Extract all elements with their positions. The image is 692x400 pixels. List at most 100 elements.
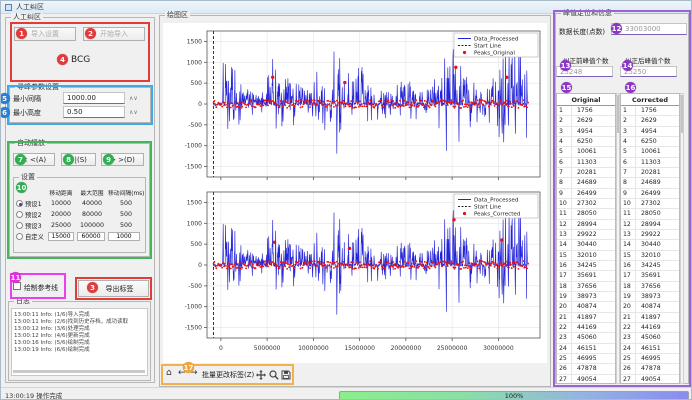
spin-down-icon[interactable]: ∨ <box>133 109 137 116</box>
badge-13: 13 <box>560 60 571 71</box>
table-row[interactable]: 11756 <box>621 106 679 116</box>
table-row[interactable]: 22629 <box>557 116 615 126</box>
preset-row-3: 预设325000100000500 <box>16 220 144 231</box>
chart-peaks-original[interactable]: -1500-1000-500050010001500Data_Processed… <box>163 25 547 185</box>
svg-text:-1500: -1500 <box>185 164 203 171</box>
table-row[interactable]: 1634245 <box>621 261 679 271</box>
min-interval-spinner[interactable]: ∧∨ <box>129 95 138 102</box>
min-height-field[interactable]: 0.50 <box>63 106 125 118</box>
pan-icon[interactable] <box>256 370 266 380</box>
svg-text:-500: -500 <box>188 283 202 290</box>
table-row[interactable]: 824689 <box>557 178 615 188</box>
table-row[interactable]: 1938973 <box>621 292 679 302</box>
min-height-spinner[interactable]: ∧∨ <box>129 109 138 116</box>
table-row[interactable]: 2546995 <box>621 354 679 364</box>
batch-edit-labels-button[interactable]: 批量更改标签(Z) <box>202 370 254 380</box>
export-labels-label: 导出标签 <box>106 284 134 294</box>
table-row[interactable]: 1430440 <box>621 240 679 250</box>
table-row[interactable]: 1027302 <box>557 199 615 209</box>
corrected-peaks-table[interactable]: Corrected 117562262934954462505100616113… <box>620 93 680 384</box>
badge-16: 16 <box>625 82 636 93</box>
table-row[interactable]: 22629 <box>621 116 679 126</box>
table-row[interactable]: 1329922 <box>557 230 615 240</box>
zoom-icon[interactable] <box>269 370 279 380</box>
draw-refline-checkbox[interactable] <box>13 282 21 290</box>
preset-radio[interactable] <box>16 222 23 229</box>
data-length-value: 33003000 <box>625 25 661 33</box>
table-row[interactable]: 510061 <box>621 147 679 157</box>
table-row[interactable]: 46250 <box>557 137 615 147</box>
table-row[interactable]: 2040874 <box>557 302 615 312</box>
table-row[interactable]: 1837656 <box>557 282 615 292</box>
svg-text:-1000: -1000 <box>185 304 203 311</box>
row-index: 1 <box>621 106 636 115</box>
row-index: 3 <box>557 127 572 136</box>
table-row[interactable]: 611303 <box>621 158 679 168</box>
table-row[interactable]: 2040874 <box>621 302 679 312</box>
table-row[interactable]: 926499 <box>557 189 615 199</box>
table-row[interactable]: 2244169 <box>621 323 679 333</box>
home-icon[interactable]: ⌂ <box>166 368 172 379</box>
table-row[interactable]: 926499 <box>621 189 679 199</box>
table-row[interactable]: 34954 <box>557 127 615 137</box>
table-row[interactable]: 2141897 <box>621 313 679 323</box>
table-row[interactable]: 2446151 <box>557 344 615 354</box>
table-row[interactable]: 720281 <box>621 168 679 178</box>
preset-radio[interactable] <box>16 233 23 240</box>
row-index: 22 <box>621 323 636 332</box>
peak-position: 28994 <box>572 221 597 228</box>
data-length-field[interactable]: 33003000 <box>611 23 687 35</box>
table-row[interactable]: 11756 <box>557 106 615 116</box>
table-row[interactable]: 2749054 <box>621 375 679 384</box>
table-row[interactable]: 2546995 <box>557 354 615 364</box>
table-row[interactable]: 1329922 <box>621 230 679 240</box>
table-row[interactable]: 1735691 <box>557 271 615 281</box>
table-row[interactable]: 2345060 <box>621 333 679 343</box>
table-row[interactable]: 1837656 <box>621 282 679 292</box>
table-row[interactable]: 1128050 <box>557 209 615 219</box>
log-horizontal-scrollbar[interactable] <box>13 370 145 373</box>
row-index: 17 <box>621 271 636 280</box>
peak-position: 32010 <box>572 252 597 259</box>
custom-value-input[interactable] <box>77 232 105 241</box>
table-row[interactable]: 1532010 <box>621 251 679 261</box>
table-row[interactable]: 2749054 <box>557 375 615 384</box>
peak-position: 38973 <box>636 293 661 300</box>
table-row[interactable]: 611303 <box>557 158 615 168</box>
log-output[interactable]: 13:00:11 Info: (1/6)导入完成13:00:11 Info: (… <box>11 308 148 376</box>
table-row[interactable]: 1634245 <box>557 261 615 271</box>
table-row[interactable]: 2345060 <box>557 333 615 343</box>
original-peaks-table[interactable]: Original 1175622629349544625051006161130… <box>556 93 616 384</box>
table-row[interactable]: 2141897 <box>557 313 615 323</box>
custom-value-input[interactable] <box>108 232 140 241</box>
table-row[interactable]: 1735691 <box>621 271 679 281</box>
table-row[interactable]: 1128050 <box>621 209 679 219</box>
table-row[interactable]: 46250 <box>621 137 679 147</box>
table-row[interactable]: 510061 <box>557 147 615 157</box>
preset-radio[interactable] <box>16 200 23 207</box>
table-row[interactable]: 1228994 <box>557 220 615 230</box>
table-row[interactable]: 720281 <box>557 168 615 178</box>
chart-peaks-corrected[interactable]: -1500-1000-50005001000150005000000100000… <box>163 186 547 362</box>
row-index: 18 <box>557 282 572 291</box>
custom-value-input[interactable] <box>48 232 74 241</box>
table-row[interactable]: 1228994 <box>621 220 679 230</box>
row-index: 10 <box>557 199 572 208</box>
table-row[interactable]: 34954 <box>621 127 679 137</box>
save-icon[interactable] <box>281 370 291 380</box>
table-row[interactable]: 2446151 <box>621 344 679 354</box>
preset-radio[interactable] <box>16 211 23 218</box>
table-row[interactable]: 824689 <box>621 178 679 188</box>
spin-down-icon[interactable]: ∨ <box>133 95 137 102</box>
table-row[interactable]: 2647878 <box>621 364 679 374</box>
table-row[interactable]: 2244169 <box>557 323 615 333</box>
table-row[interactable]: 2647878 <box>557 364 615 374</box>
row-index: 16 <box>621 261 636 270</box>
peak-position: 2629 <box>636 117 657 124</box>
table-row[interactable]: 1532010 <box>557 251 615 261</box>
corrected-table-scrollbar[interactable] <box>680 93 684 384</box>
min-interval-field[interactable]: 1000.00 <box>63 92 125 104</box>
table-row[interactable]: 1938973 <box>557 292 615 302</box>
table-row[interactable]: 1430440 <box>557 240 615 250</box>
table-row[interactable]: 1027302 <box>621 199 679 209</box>
